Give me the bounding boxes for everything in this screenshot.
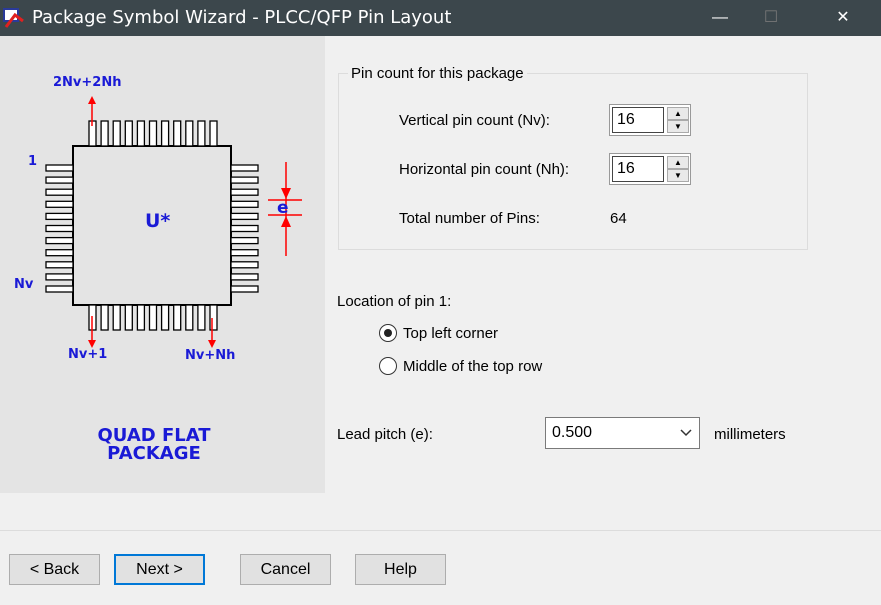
lead-pitch-unit: millimeters: [714, 426, 786, 443]
top-pin: [210, 121, 217, 146]
lead-pitch-label: Lead pitch (e):: [337, 426, 433, 443]
top-pin: [150, 121, 157, 146]
right-pin: [231, 250, 258, 256]
vertical-pin-input[interactable]: 16: [612, 107, 664, 133]
package-diagram: 2Nv+2Nh 1 Nv Nv+1 Nv+Nh U* e QUAD FLAT P…: [0, 36, 325, 493]
bottom-pin: [174, 305, 181, 330]
top-pin: [125, 121, 132, 146]
horizontal-pin-stepper[interactable]: 16 ▲ ▼: [609, 153, 691, 185]
vertical-pin-stepper[interactable]: 16 ▲ ▼: [609, 104, 691, 136]
top-pin: [137, 121, 144, 146]
minimize-button[interactable]: —: [697, 0, 743, 36]
left-pin: [46, 250, 73, 256]
package-caption: QUAD FLAT PACKAGE: [60, 427, 248, 463]
spin-up-icon[interactable]: ▲: [667, 107, 689, 120]
top-pin: [198, 121, 205, 146]
right-pin: [231, 262, 258, 268]
bottom-pin: [101, 305, 108, 330]
left-pin: [46, 238, 73, 244]
designator: U*: [145, 210, 170, 232]
right-pin: [231, 201, 258, 207]
right-pin: [231, 189, 258, 195]
bottom-pin: [186, 305, 193, 330]
spin-down-icon[interactable]: ▼: [667, 120, 689, 133]
spin-down-icon[interactable]: ▼: [667, 169, 689, 182]
left-pin: [46, 165, 73, 171]
left-pin: [46, 274, 73, 280]
right-pin: [231, 238, 258, 244]
bottom-pin: [162, 305, 169, 330]
bottom-pin: [113, 305, 120, 330]
lead-pitch-value: 0.500: [552, 424, 592, 441]
horizontal-pin-label: Horizontal pin count (Nh):: [399, 161, 569, 178]
label-pin1: 1: [28, 154, 37, 169]
bottom-pin: [125, 305, 132, 330]
right-pin: [231, 213, 258, 219]
maximize-button: ☐: [748, 0, 794, 36]
radio-top-left[interactable]: [379, 324, 397, 342]
total-pins-label: Total number of Pins:: [399, 210, 540, 227]
spin-up-icon[interactable]: ▲: [667, 156, 689, 169]
label-nvnh: Nv+Nh: [185, 348, 235, 363]
app-icon: [3, 7, 25, 29]
caption-line2: PACKAGE: [60, 445, 248, 463]
right-pin: [231, 286, 258, 292]
label-nv: Nv: [14, 277, 33, 292]
help-button[interactable]: Help: [355, 554, 446, 585]
bottom-pin: [137, 305, 144, 330]
chevron-down-icon: [680, 429, 692, 437]
right-pin: [231, 165, 258, 171]
top-pin: [162, 121, 169, 146]
pin1-location-label: Location of pin 1:: [337, 293, 451, 310]
right-pin: [231, 177, 258, 183]
divider: [0, 530, 881, 531]
horizontal-pin-input[interactable]: 16: [612, 156, 664, 182]
bottom-pin: [150, 305, 157, 330]
close-button[interactable]: ✕: [820, 0, 866, 36]
title-bar: Package Symbol Wizard - PLCC/QFP Pin Lay…: [0, 0, 881, 36]
left-pin: [46, 226, 73, 232]
label-top-pin: 2Nv+2Nh: [53, 75, 121, 90]
left-pin: [46, 201, 73, 207]
window-title: Package Symbol Wizard - PLCC/QFP Pin Lay…: [32, 7, 451, 28]
pin-count-group-label: Pin count for this package: [348, 65, 527, 82]
left-pin: [46, 262, 73, 268]
left-pin: [46, 177, 73, 183]
bottom-pin: [210, 305, 217, 330]
cancel-button[interactable]: Cancel: [240, 554, 331, 585]
bottom-pin: [198, 305, 205, 330]
back-button[interactable]: < Back: [9, 554, 100, 585]
vertical-pin-label: Vertical pin count (Nv):: [399, 112, 550, 129]
radio-middle-top[interactable]: [379, 357, 397, 375]
left-pin: [46, 213, 73, 219]
top-pin: [113, 121, 120, 146]
pitch-label: e: [277, 198, 289, 218]
left-pin: [46, 286, 73, 292]
next-button[interactable]: Next >: [114, 554, 205, 585]
top-pin: [174, 121, 181, 146]
total-pins-value: 64: [610, 210, 627, 227]
top-pin: [101, 121, 108, 146]
top-pin: [186, 121, 193, 146]
lead-pitch-select[interactable]: 0.500: [545, 417, 700, 449]
radio-top-left-label[interactable]: Top left corner: [403, 325, 498, 342]
right-pin: [231, 274, 258, 280]
right-pin: [231, 226, 258, 232]
left-pin: [46, 189, 73, 195]
label-nv1: Nv+1: [68, 347, 107, 362]
arrowhead: [208, 340, 216, 348]
radio-middle-top-label[interactable]: Middle of the top row: [403, 358, 542, 375]
arrowhead: [88, 96, 96, 104]
